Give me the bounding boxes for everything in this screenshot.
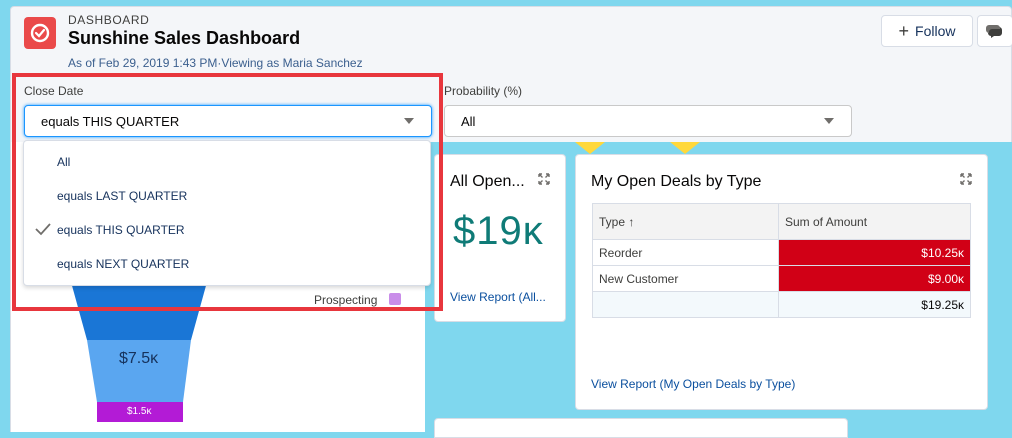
deals-by-type-card: My Open Deals by Type Type ↑ Sum of Amou… xyxy=(575,154,988,410)
legend-prospecting: Prospecting xyxy=(314,293,378,307)
funnel-value-small: $1.5ĸ xyxy=(127,406,152,417)
deals-report-link[interactable]: View Report (My Open Deals by Type) xyxy=(591,377,795,391)
chat-icon xyxy=(986,25,1002,38)
table-total-row: $19.25ĸ xyxy=(592,291,971,318)
option-this-quarter[interactable]: equals THIS QUARTER xyxy=(35,223,185,237)
expand-icon[interactable] xyxy=(960,173,972,185)
checkmark-icon xyxy=(35,223,51,236)
plus-icon: + xyxy=(898,21,910,41)
close-date-dropdown: All equals LAST QUARTER equals THIS QUAR… xyxy=(23,140,431,286)
option-label: equals NEXT QUARTER xyxy=(57,257,190,271)
cell-amount: $9.00ĸ xyxy=(778,265,971,292)
column-header-amount[interactable]: Sum of Amount xyxy=(778,203,971,240)
close-date-select[interactable]: equals THIS QUARTER xyxy=(24,105,432,137)
filter-probability-label: Probability (%) xyxy=(444,84,523,98)
table-header-row: Type ↑ Sum of Amount xyxy=(592,203,971,240)
deals-table: Type ↑ Sum of Amount Reorder $10.25ĸ New… xyxy=(592,203,971,318)
cell-amount: $10.25ĸ xyxy=(778,239,971,266)
option-label: All xyxy=(57,155,71,169)
all-open-card: All Open... $19ĸ View Report (All... xyxy=(434,154,566,322)
page-eyebrow: DASHBOARD xyxy=(68,13,150,27)
expand-icon[interactable] xyxy=(538,173,550,185)
follow-label: Follow xyxy=(915,23,956,39)
option-next-quarter[interactable]: equals NEXT QUARTER xyxy=(57,257,189,271)
option-last-quarter[interactable]: equals LAST QUARTER xyxy=(57,189,187,203)
more-actions-button[interactable] xyxy=(977,15,1012,47)
chevron-down-icon xyxy=(404,118,414,124)
deals-card-title: My Open Deals by Type xyxy=(591,173,762,190)
all-open-title: All Open... xyxy=(450,173,525,190)
chevron-down-icon xyxy=(824,118,834,124)
close-date-value: equals THIS QUARTER xyxy=(41,113,180,129)
page-subtitle: As of Feb 29, 2019 1:43 PM·Viewing as Ma… xyxy=(68,56,363,70)
page-title: Sunshine Sales Dashboard xyxy=(68,28,301,48)
cell-type: New Customer xyxy=(592,265,779,292)
funnel-value-main: $7.5ĸ xyxy=(119,350,159,367)
filter-close-date-label: Close Date xyxy=(24,84,84,98)
cell-type: Reorder xyxy=(592,239,779,266)
cell-total: $19.25ĸ xyxy=(778,291,971,318)
probability-value: All xyxy=(461,113,476,129)
legend-swatch xyxy=(389,293,401,305)
probability-select[interactable]: All xyxy=(444,105,852,137)
follow-button[interactable]: + Follow xyxy=(881,15,973,47)
funnel-segment-top[interactable] xyxy=(71,282,207,340)
option-label: equals LAST QUARTER xyxy=(57,189,188,203)
dashboard-header: DASHBOARD Sunshine Sales Dashboard As of… xyxy=(10,6,1012,78)
table-row[interactable]: New Customer $9.00ĸ xyxy=(592,265,971,292)
option-all[interactable]: All xyxy=(57,155,70,169)
table-row[interactable]: Reorder $10.25ĸ xyxy=(592,239,971,266)
cell-blank xyxy=(592,291,779,318)
bottom-card xyxy=(434,418,848,438)
filter-bar: Close Date equals THIS QUARTER Probabili… xyxy=(10,78,1012,142)
all-open-metric: $19ĸ xyxy=(453,209,544,253)
column-header-type[interactable]: Type ↑ xyxy=(592,203,779,240)
dashboard-app-icon xyxy=(24,17,56,49)
option-label: equals THIS QUARTER xyxy=(57,223,185,237)
all-open-report-link[interactable]: View Report (All... xyxy=(450,290,546,304)
